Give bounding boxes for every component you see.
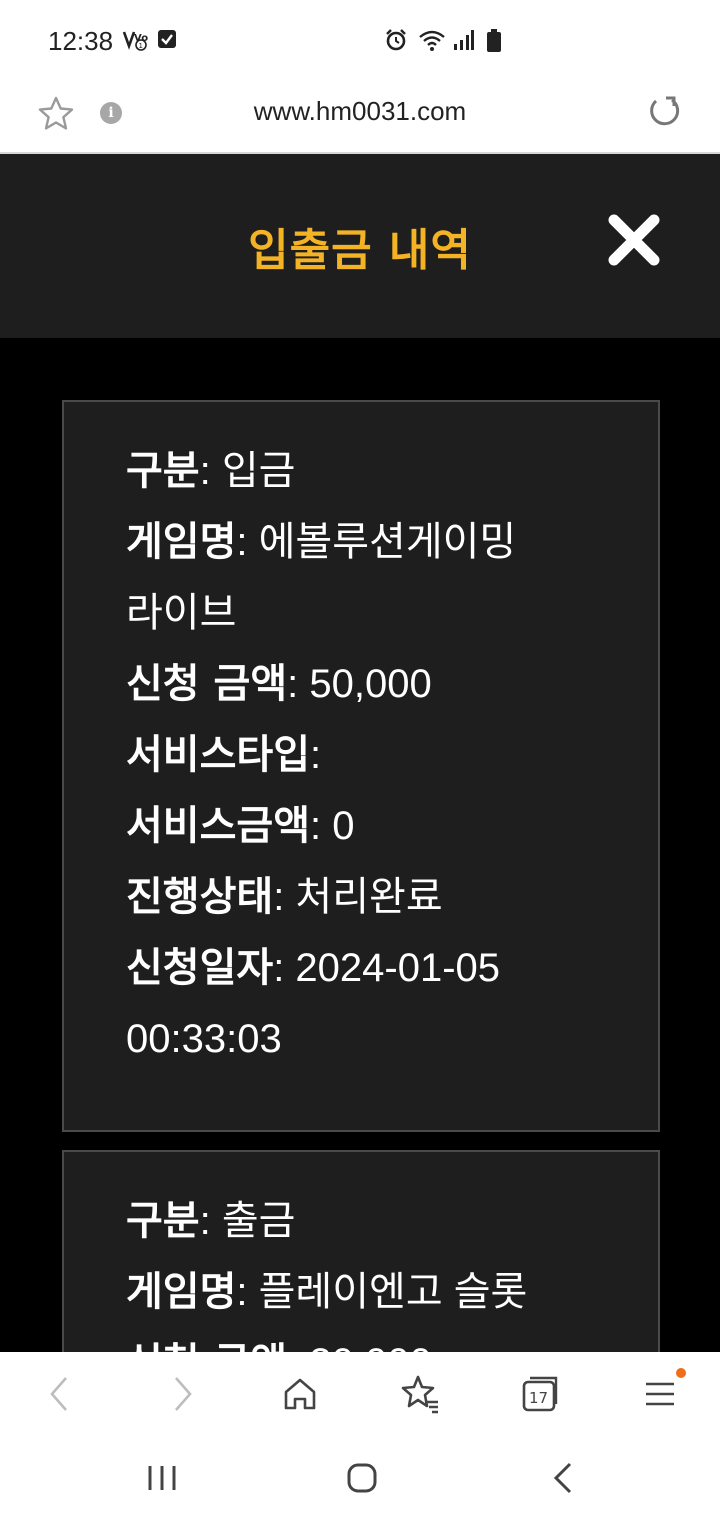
record-date: 신청일자: 2024-01-05 bbox=[126, 945, 501, 991]
alarm-icon bbox=[384, 28, 408, 52]
history-record-card: 구분: 출금 게임명: 플레이엔고 슬롯 신청 금액: 30,000 bbox=[62, 1150, 660, 1352]
volte-icon: Vo 1 bbox=[122, 28, 148, 52]
reload-icon[interactable] bbox=[644, 92, 684, 132]
record-service-type: 서비스타입: bbox=[126, 732, 322, 778]
record-status: 진행상태: 처리완료 bbox=[126, 874, 443, 920]
record-type: 구분: 출금 bbox=[126, 1198, 296, 1244]
battery-icon bbox=[486, 28, 510, 52]
record-time: 00:33:03 bbox=[126, 1017, 282, 1061]
bookmarks-icon[interactable] bbox=[398, 1372, 442, 1416]
signal-icon bbox=[452, 28, 476, 52]
record-amount: 신청 금액: 50,000 bbox=[126, 661, 432, 707]
record-game: 게임명: 에볼루션게이밍 bbox=[126, 519, 517, 565]
tabs-icon[interactable]: 17 bbox=[518, 1372, 562, 1416]
record-service-amount: 서비스금액: 0 bbox=[126, 803, 355, 849]
status-time: 12:38 bbox=[48, 26, 114, 56]
system-nav-bar bbox=[0, 1436, 720, 1520]
menu-icon[interactable] bbox=[638, 1372, 682, 1416]
history-record-card: 구분: 입금 게임명: 에볼루션게이밍 라이브 신청 금액: 50,000 서비… bbox=[62, 400, 660, 1132]
browser-toolbar: 17 bbox=[0, 1352, 720, 1436]
forward-icon[interactable] bbox=[160, 1372, 204, 1416]
wifi-icon bbox=[418, 28, 445, 52]
record-game-continued: 라이브 bbox=[126, 591, 237, 635]
notification-dot bbox=[676, 1368, 686, 1378]
back-nav-icon[interactable] bbox=[544, 1458, 584, 1498]
checkbox-notification-icon bbox=[156, 28, 180, 52]
home-nav-icon[interactable] bbox=[342, 1458, 382, 1498]
record-type: 구분: 입금 bbox=[126, 448, 296, 494]
status-bar: 12:38 Vo 1 bbox=[0, 0, 720, 82]
svg-text:1: 1 bbox=[139, 42, 143, 50]
history-list[interactable]: 구분: 입금 게임명: 에볼루션게이밍 라이브 신청 금액: 50,000 서비… bbox=[0, 338, 720, 1352]
back-icon[interactable] bbox=[38, 1372, 82, 1416]
tab-count: 17 bbox=[529, 1389, 548, 1407]
url-text[interactable]: www.hm0031.com bbox=[0, 96, 720, 127]
record-game: 게임명: 플레이엔고 슬롯 bbox=[126, 1269, 528, 1315]
record-amount: 신청 금액: 30,000 bbox=[126, 1328, 638, 1352]
recent-apps-icon[interactable] bbox=[142, 1458, 182, 1498]
close-icon[interactable] bbox=[606, 212, 662, 268]
url-bar: i www.hm0031.com bbox=[0, 82, 720, 154]
home-icon[interactable] bbox=[278, 1372, 322, 1416]
